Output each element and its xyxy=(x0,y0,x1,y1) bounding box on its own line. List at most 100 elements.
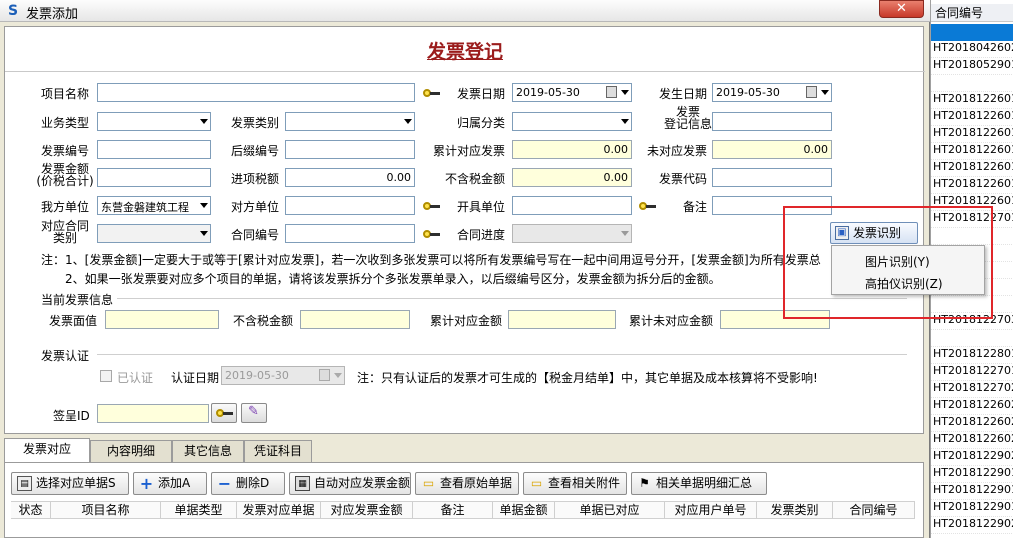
background-list-row: HT2018122602 xyxy=(931,415,1013,432)
background-list-row: HT2018122602 xyxy=(931,398,1013,415)
invoice-add-dialog: S 发票添加 ✕ 发票登记 项目名称 发票日期 2019-05-30 发生日期 … xyxy=(0,0,993,538)
background-list-row: HT2018122902 xyxy=(931,449,1013,466)
tab-invoice-match[interactable]: 发票对应 xyxy=(4,438,90,463)
certification-section-label: 发票认证 xyxy=(41,349,90,363)
column-header[interactable]: 项目名称 xyxy=(51,502,161,519)
occur-date-picker[interactable]: 2019-05-30 xyxy=(712,83,832,102)
chevron-down-icon xyxy=(200,231,208,236)
tab-panel: ▤ 选择对应单据S + 添加A − 删除D ▦ 自动对应发票金额 ▭ 查看原始单据 ▭ 查看… xyxy=(4,462,924,538)
cumulative-amount-field xyxy=(508,310,616,329)
column-header[interactable]: 对应发票金额 xyxy=(321,502,413,519)
excl-tax-amount-value: 0.00 xyxy=(512,168,632,187)
contract-progress-select xyxy=(512,224,632,243)
app-icon: S xyxy=(7,3,19,19)
background-list-row: HT2018122601 xyxy=(931,177,1013,194)
background-list-row: HT2018122901 xyxy=(931,466,1013,483)
face-value-label: 发票面值 xyxy=(49,314,98,328)
invoice-date-picker[interactable]: 2019-05-30 xyxy=(512,83,632,102)
chevron-down-icon xyxy=(200,119,208,124)
chevron-down-icon xyxy=(621,119,629,124)
contract-no-input[interactable] xyxy=(285,224,415,243)
invoice-code-label: 发票代码 xyxy=(659,172,708,186)
column-header[interactable]: 发票对应单据 xyxy=(237,502,321,519)
unmatched-value: 0.00 xyxy=(712,140,832,159)
window-title: 发票添加 xyxy=(26,7,79,22)
calendar-icon xyxy=(806,86,817,98)
tab-voucher-subject[interactable]: 凭证科目 xyxy=(244,440,312,462)
invoice-category-select[interactable] xyxy=(285,112,415,131)
signer-input[interactable] xyxy=(97,404,209,423)
tab-content-detail[interactable]: 内容明细 xyxy=(90,440,172,462)
cert-date-picker: 2019-05-30 xyxy=(221,366,345,385)
highlight-box xyxy=(783,206,993,319)
chevron-down-icon xyxy=(621,231,629,236)
tab-bar: 发票对应 内容明细 其它信息 凭证科目 xyxy=(4,438,924,463)
invoice-no-input[interactable] xyxy=(97,140,211,159)
column-header[interactable]: 备注 xyxy=(413,502,493,519)
view-attachments-button[interactable]: ▭ 查看相关附件 xyxy=(523,472,627,495)
key-lookup-icon[interactable] xyxy=(639,201,657,211)
chevron-down-icon xyxy=(404,119,412,124)
column-header[interactable]: 发票类别 xyxy=(757,502,833,519)
suffix-no-input[interactable] xyxy=(285,140,415,159)
project-name-input[interactable] xyxy=(97,83,415,102)
column-header[interactable]: 单据金额 xyxy=(493,502,555,519)
issuing-unit-input[interactable] xyxy=(512,196,632,215)
view-original-doc-button[interactable]: ▭ 查看原始单据 xyxy=(415,472,519,495)
chevron-down-icon xyxy=(821,90,829,95)
delete-button[interactable]: − 删除D xyxy=(211,472,285,495)
issuing-unit-label: 开具单位 xyxy=(457,200,506,214)
belong-category-label: 归属分类 xyxy=(457,116,506,130)
invoice-amount-input[interactable] xyxy=(97,168,211,187)
key-lookup-icon[interactable] xyxy=(423,88,441,98)
invoice-reg-info-input[interactable] xyxy=(712,112,832,131)
signer-label: 签呈ID xyxy=(53,409,90,423)
signer-lookup-button[interactable] xyxy=(211,403,237,423)
background-list-row xyxy=(931,330,1013,347)
select-doc-button[interactable]: ▤ 选择对应单据S xyxy=(11,472,129,495)
excl-tax-label: 不含税金额 xyxy=(233,314,294,328)
column-header[interactable]: 合同编号 xyxy=(833,502,915,519)
business-type-label: 业务类型 xyxy=(41,116,90,130)
invoice-code-input[interactable] xyxy=(712,168,832,187)
related-detail-summary-button[interactable]: ⚑ 相关单据明细汇总 xyxy=(631,472,767,495)
chevron-down-icon xyxy=(334,373,342,378)
key-icon xyxy=(216,408,234,418)
invoice-category-label: 发票类别 xyxy=(231,116,280,130)
occur-date-label: 发生日期 xyxy=(659,87,708,101)
face-value-field xyxy=(105,310,219,329)
input-tax-input[interactable]: 0.00 xyxy=(285,168,415,187)
background-list-row: HT2018122601 xyxy=(931,109,1013,126)
contract-category-select[interactable] xyxy=(97,224,211,243)
our-unit-select[interactable]: 东营金磐建筑工程 xyxy=(97,196,211,215)
background-list-row: HT2018122701 xyxy=(931,364,1013,381)
background-list-row: HT2018122601 xyxy=(931,126,1013,143)
add-button[interactable]: + 添加A xyxy=(133,472,207,495)
column-header[interactable]: 对应用户单号 xyxy=(665,502,757,519)
divider xyxy=(5,71,925,72)
key-lookup-icon[interactable] xyxy=(423,229,441,239)
column-header[interactable]: 单据已对应 xyxy=(555,502,665,519)
project-name-label: 项目名称 xyxy=(41,87,90,101)
column-header[interactable]: 单据类型 xyxy=(161,502,237,519)
suffix-no-label: 后缀编号 xyxy=(231,144,280,158)
signer-edit-button[interactable]: ✎ xyxy=(241,403,267,423)
business-type-select[interactable] xyxy=(97,112,211,131)
auto-match-amount-button[interactable]: ▦ 自动对应发票金额 xyxy=(289,472,411,495)
counter-unit-label: 对方单位 xyxy=(231,200,280,214)
tab-other-info[interactable]: 其它信息 xyxy=(172,440,244,462)
cumulative-matched-label: 累计对应发票 xyxy=(433,144,506,158)
close-button[interactable]: ✕ xyxy=(879,0,924,18)
background-list-header: 合同编号 xyxy=(931,4,1013,22)
background-selected-row xyxy=(931,24,1013,41)
belong-category-select[interactable] xyxy=(512,112,632,131)
key-lookup-icon[interactable] xyxy=(423,201,441,211)
background-list-row: HT2018042602 xyxy=(931,41,1013,58)
select-doc-icon: ▤ xyxy=(17,476,32,491)
background-list-row: HT2018122902 xyxy=(931,517,1013,534)
certified-label: 已认证 xyxy=(117,371,154,385)
our-unit-label: 我方单位 xyxy=(41,200,90,214)
counter-unit-input[interactable] xyxy=(285,196,415,215)
certified-checkbox[interactable] xyxy=(100,370,112,382)
column-header[interactable]: 状态 xyxy=(11,502,51,519)
